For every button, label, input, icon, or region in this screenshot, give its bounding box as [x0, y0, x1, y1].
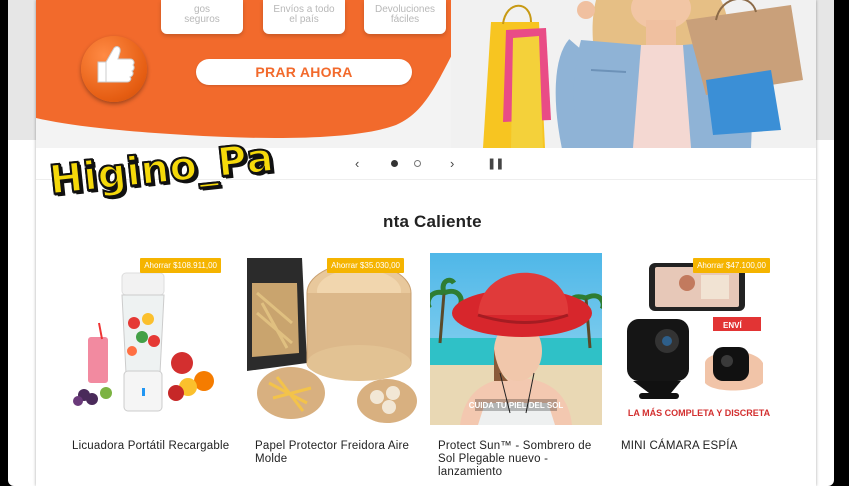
image-caption: LA MÁS COMPLETA Y DISCRETA	[628, 408, 771, 418]
savings-badge: Ahorrar $35.030,00	[327, 258, 404, 273]
thumbs-up-icon	[81, 36, 147, 102]
section-title: nta Caliente	[383, 212, 482, 231]
feature-card-secure: gos seguros	[161, 0, 243, 34]
product-card[interactable]: ENVÍ LA MÁS COMPLETA Y DISCRETA Ahorrar …	[613, 253, 785, 486]
side-margin-left	[8, 0, 36, 140]
product-image[interactable]: CUIDA TU PIEL DEL SOL	[430, 253, 602, 425]
feature-card-returns: Devoluciones fáciles	[364, 0, 446, 34]
product-image[interactable]: Ahorrar $35.030,00	[247, 253, 419, 425]
product-card[interactable]: Ahorrar $35.030,00 Papel Protector Freid…	[247, 253, 419, 486]
side-margin-right	[816, 0, 834, 140]
carousel-dot-1[interactable]	[391, 160, 398, 167]
image-caption: CUIDA TU PIEL DEL SOL	[469, 401, 564, 410]
product-image[interactable]: ENVÍ LA MÁS COMPLETA Y DISCRETA Ahorrar …	[613, 253, 785, 425]
chevron-right-icon[interactable]: ›	[450, 156, 454, 171]
product-card[interactable]: CUIDA TU PIEL DEL SOL Protect Sun™ - Som…	[430, 253, 602, 486]
product-name[interactable]: Papel Protector Freidora Aire Molde	[255, 440, 427, 466]
shopper-image	[451, 0, 816, 148]
product-name[interactable]: Protect Sun™ - Sombrero de Sol Plegable …	[438, 440, 610, 479]
pause-icon[interactable]: ❚❚	[487, 157, 504, 170]
screen-frame: gos seguros Envíos a todo el país Devoluci…	[0, 0, 849, 486]
image-tag: ENVÍ	[723, 321, 742, 330]
carousel-dot-2[interactable]	[414, 160, 421, 167]
product-card[interactable]: Ahorrar $108.911,00 Licuadora Portátil R…	[64, 253, 236, 486]
product-image[interactable]: Ahorrar $108.911,00	[64, 253, 236, 425]
savings-badge: Ahorrar $47.100,00	[693, 258, 770, 273]
product-name[interactable]: MINI CÁMARA ESPÍA	[621, 440, 793, 453]
chevron-left-icon[interactable]: ‹	[355, 156, 359, 171]
buy-now-button[interactable]: PRAR AHORA	[196, 59, 412, 85]
product-name[interactable]: Licuadora Portátil Recargable	[72, 440, 244, 453]
hero-banner[interactable]: gos seguros Envíos a todo el país Devoluci…	[36, 0, 816, 148]
watermark: Higino_Pa	[46, 134, 342, 226]
feature-card-shipping: Envíos a todo el país	[263, 0, 345, 34]
savings-badge: Ahorrar $108.911,00	[140, 258, 221, 273]
